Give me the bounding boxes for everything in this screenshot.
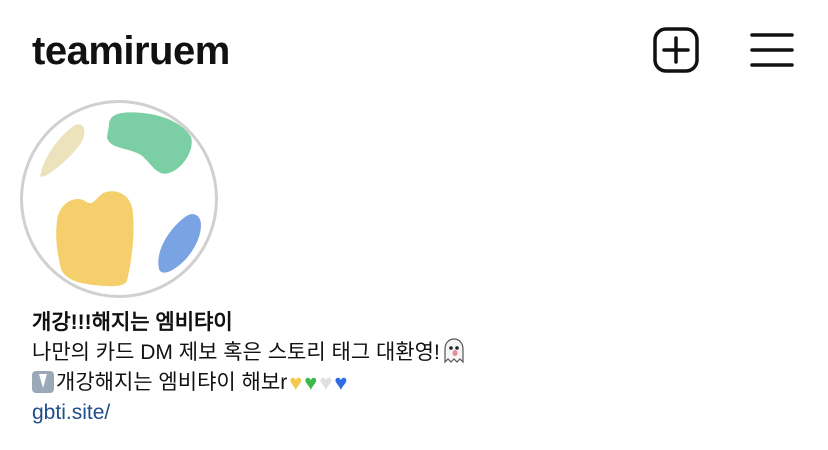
menu-button[interactable]: [750, 30, 794, 70]
profile-username[interactable]: teamiruem: [32, 27, 230, 75]
bio-line-1-text: 나만의 카드 DM 제보 혹은 스토리 태그 대환영!: [32, 341, 440, 364]
bio-website-link[interactable]: gbti.site/: [32, 398, 110, 428]
bio-display-name: 개강!!!해지는 엠비탸이: [32, 311, 233, 334]
bio-line-2-text: 개강해지는 엠비탸이 해보r: [56, 371, 288, 394]
down-arrow-icon: [32, 371, 54, 393]
avatar-image: [40, 112, 201, 287]
bio-line-1: 나만의 카드 DM 제보 혹은 스토리 태그 대환영!: [32, 338, 812, 368]
new-post-button[interactable]: [652, 26, 700, 74]
plus-square-icon: [653, 27, 699, 73]
white-heart-icon: ♥: [319, 370, 333, 395]
profile-bio: 개강!!!해지는 엠비탸이 나만의 카드 DM 제보 혹은 스토리 태그 대환영…: [32, 308, 812, 428]
green-heart-icon: ♥: [304, 370, 318, 395]
hamburger-menu-icon: [750, 33, 794, 67]
yellow-heart-icon: ♥: [289, 370, 303, 395]
bio-line-2: 개강해지는 엠비탸이 해보r♥♥♥♥: [32, 368, 812, 398]
blue-heart-icon: ♥: [334, 370, 348, 395]
profile-header: teamiruem: [0, 0, 828, 100]
ghost-icon: [444, 338, 464, 364]
profile-avatar[interactable]: [20, 100, 218, 298]
